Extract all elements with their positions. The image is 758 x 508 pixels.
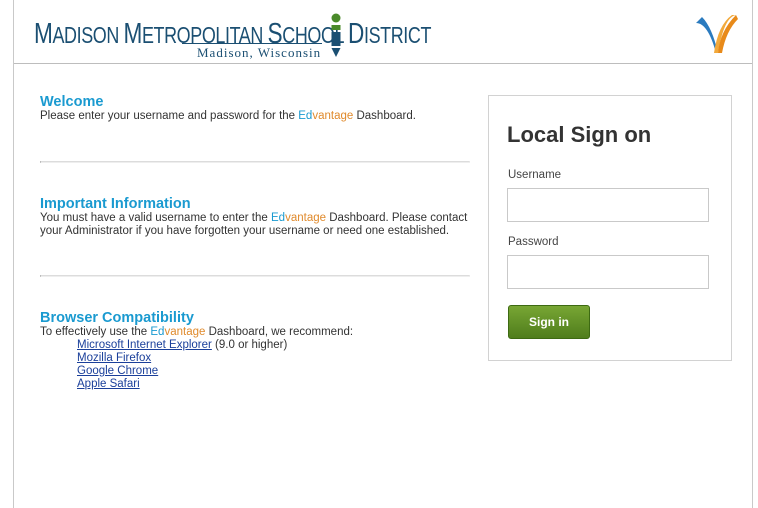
ie-link[interactable]: Microsoft Internet Explorer bbox=[77, 339, 212, 351]
password-label: Password bbox=[508, 236, 559, 248]
list-item: Apple Safari bbox=[77, 378, 353, 391]
browser-compatibility-section: Browser Compatibility To effectively use… bbox=[40, 310, 353, 391]
signin-panel: Local Sign on Username Password Sign in bbox=[488, 95, 732, 361]
important-info-title: Important Information bbox=[40, 196, 191, 212]
signin-title: Local Sign on bbox=[507, 122, 652, 147]
sign-in-button[interactable]: Sign in bbox=[508, 305, 590, 339]
chrome-link[interactable]: Google Chrome bbox=[77, 365, 158, 377]
list-item: Microsoft Internet Explorer (9.0 or high… bbox=[77, 339, 288, 351]
browser-list: Microsoft Internet Explorer (9.0 or high… bbox=[40, 339, 353, 391]
username-input[interactable] bbox=[507, 188, 709, 222]
important-info-section: Important Information You must have a va… bbox=[40, 196, 470, 238]
password-input[interactable] bbox=[507, 255, 709, 289]
edvantage-logo-icon bbox=[696, 15, 738, 53]
browser-compatibility-title: Browser Compatibility bbox=[40, 310, 194, 326]
list-item: Mozilla Firefox bbox=[77, 352, 353, 365]
important-info-text: You must have a valid username to enter … bbox=[40, 212, 468, 237]
safari-link[interactable]: Apple Safari bbox=[77, 378, 140, 390]
welcome-section: Welcome Please enter your username and p… bbox=[40, 94, 416, 123]
district-location: Madison, Wisconsin bbox=[197, 45, 322, 60]
welcome-text: Please enter your username and password … bbox=[40, 110, 416, 122]
header: MADISON METROPOLITAN SCHOOL DISTRICT Mad… bbox=[14, 0, 752, 64]
page-frame: MADISON METROPOLITAN SCHOOL DISTRICT Mad… bbox=[13, 0, 753, 508]
divider bbox=[40, 161, 470, 163]
mmsd-pencil-logo-icon bbox=[331, 13, 341, 57]
username-label: Username bbox=[508, 169, 562, 181]
welcome-title: Welcome bbox=[40, 94, 104, 110]
divider bbox=[40, 275, 470, 277]
firefox-link[interactable]: Mozilla Firefox bbox=[77, 352, 151, 364]
district-underline bbox=[182, 43, 322, 44]
browser-compatibility-text: To effectively use the Edvantage Dashboa… bbox=[40, 326, 354, 338]
list-item: Google Chrome bbox=[77, 365, 353, 378]
